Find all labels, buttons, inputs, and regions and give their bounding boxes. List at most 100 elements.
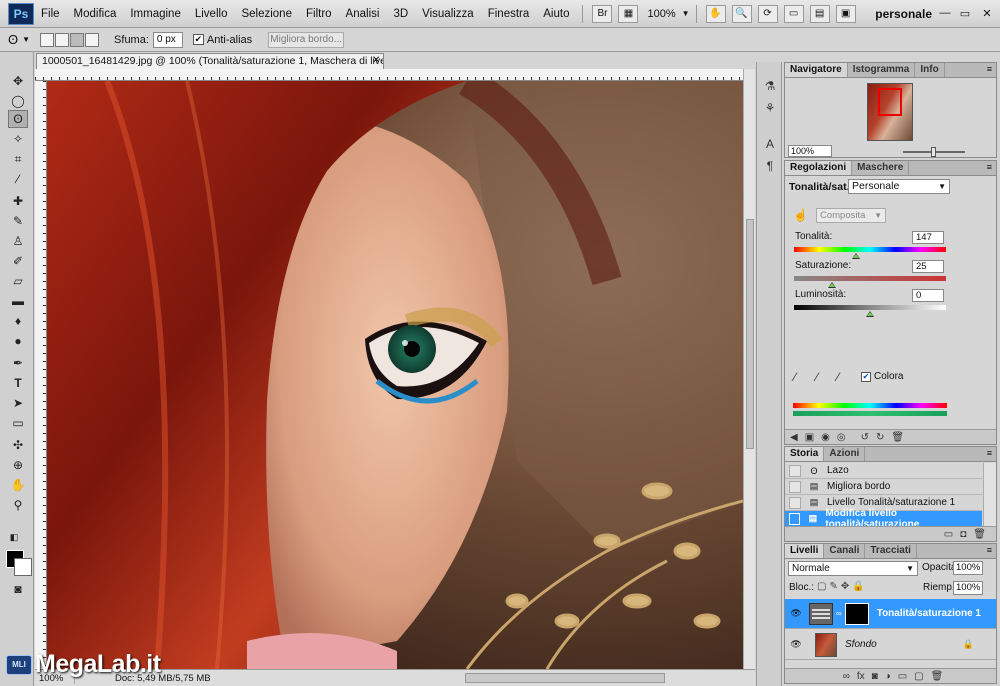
panel-menu-icon[interactable]: ≡ <box>987 545 992 555</box>
close-document-icon[interactable]: ✕ <box>372 55 380 66</box>
reset-icon[interactable]: ↺ <box>861 432 869 443</box>
background-color-swatch[interactable] <box>14 558 32 576</box>
navigator-zoom-slider[interactable] <box>903 147 965 157</box>
horizontal-scroll-thumb[interactable] <box>465 673 665 683</box>
hand-tool-icon[interactable]: ✋ <box>705 4 726 23</box>
dodge-tool-icon[interactable]: ● <box>8 332 28 350</box>
history-scrollbar[interactable] <box>983 463 996 527</box>
minimize-button[interactable]: — <box>936 4 954 22</box>
adjustment-layer-thumbnail[interactable] <box>809 602 833 625</box>
history-state-box[interactable] <box>789 464 801 477</box>
preset-select[interactable]: Personale ▼ <box>848 179 950 194</box>
eyedropper-minus-icon[interactable]: ⁄ <box>837 370 839 384</box>
maximize-button[interactable]: ▭ <box>956 4 974 22</box>
layer-style-icon[interactable]: fx <box>857 671 865 682</box>
menu-visualizza[interactable]: Visualizza <box>415 8 481 20</box>
layer-mask-thumbnail[interactable] <box>844 602 869 625</box>
type-tool-icon[interactable]: T <box>8 374 28 392</box>
menu-finestra[interactable]: Finestra <box>481 8 537 20</box>
history-state-box[interactable] <box>789 496 801 509</box>
layer-name[interactable]: Tonalità/saturazione 1 <box>877 608 981 619</box>
path-selection-icon[interactable]: ➤ <box>8 394 28 412</box>
antialias-checkbox[interactable]: ✔ <box>192 34 204 45</box>
new-selection-icon[interactable] <box>40 32 55 47</box>
subtract-selection-icon[interactable] <box>70 32 85 47</box>
marquee-tool-icon[interactable]: ◯ <box>8 92 28 110</box>
scroll-thumb[interactable] <box>746 219 754 449</box>
saturation-value-input[interactable]: 25 <box>912 260 944 273</box>
eyedropper-icon[interactable]: ⁄ <box>794 370 796 384</box>
saturation-slider-thumb[interactable] <box>828 282 836 288</box>
add-selection-icon[interactable] <box>55 32 70 47</box>
tab-livelli[interactable]: Livelli <box>785 544 825 558</box>
quick-mask-icon[interactable]: ◙ <box>8 580 28 598</box>
lock-options[interactable]: ▢✎✥🔒 <box>817 581 868 592</box>
history-item[interactable]: ʘ Lazo <box>785 463 982 479</box>
paragraph-icon[interactable]: ¶ <box>762 158 778 174</box>
saturation-slider[interactable] <box>794 276 946 288</box>
layer-row-adjustment[interactable]: 👁 ∞ Tonalità/saturazione 1 <box>785 599 996 629</box>
menu-immagine[interactable]: Immagine <box>123 8 188 20</box>
tab-histogram[interactable]: Istogramma <box>848 63 916 77</box>
lightness-slider-thumb[interactable] <box>866 311 874 317</box>
colorize-checkbox[interactable]: ✔ <box>861 372 871 382</box>
tab-tracciati[interactable]: Tracciati <box>865 544 917 558</box>
3d-orbit-icon[interactable]: ⊕ <box>8 456 28 474</box>
channel-select[interactable]: Composita ▼ <box>816 208 886 223</box>
new-layer-icon[interactable]: ▢ <box>914 671 923 682</box>
lasso-tool-icon[interactable]: ʘ <box>8 32 18 47</box>
eraser-tool-icon[interactable]: ▱ <box>8 272 28 290</box>
trash-icon[interactable]: 🗑 <box>973 529 986 540</box>
visibility-icon[interactable]: ◎ <box>837 432 846 443</box>
chevron-down-icon[interactable]: ▼ <box>22 35 30 44</box>
character-icon[interactable]: A <box>762 136 778 152</box>
link-layers-icon[interactable]: ∞ <box>843 671 850 682</box>
hue-slider[interactable] <box>794 247 946 259</box>
feather-input[interactable]: 0 px <box>152 31 183 48</box>
expand-view-icon[interactable]: ▣ <box>805 432 814 443</box>
tool-presets-icon[interactable]: ⚗ <box>762 78 778 94</box>
zoom-level-select[interactable]: 100% <box>647 8 675 20</box>
eye-icon[interactable]: 👁 <box>789 608 803 619</box>
history-state-box[interactable] <box>789 512 801 525</box>
gradient-tool-icon[interactable]: ▬ <box>8 292 28 310</box>
fill-input[interactable]: 100% <box>953 581 983 595</box>
previous-state-icon[interactable]: ↻ <box>876 432 884 443</box>
menu-selezione[interactable]: Selezione <box>234 8 299 20</box>
panel-menu-icon[interactable]: ≡ <box>987 64 992 74</box>
clip-layer-icon[interactable]: ◉ <box>821 432 830 443</box>
horizontal-ruler[interactable] <box>35 69 743 81</box>
document-tab[interactable]: 1000501_16481429.jpg @ 100% (Tonalità/sa… <box>36 53 384 69</box>
zoom-tool-icon[interactable]: ⚲ <box>8 496 28 514</box>
rotate-view-icon[interactable]: ⟳ <box>757 4 778 23</box>
image-canvas[interactable] <box>47 81 743 669</box>
eyedropper-plus-icon[interactable]: ⁄ <box>816 370 818 384</box>
snapshot-icon[interactable]: ◘ <box>960 529 966 540</box>
crop-tool-icon[interactable]: ⌗ <box>8 150 28 168</box>
hand-tool-icon[interactable]: ✋ <box>8 476 28 494</box>
ruler-icon[interactable]: ▭ <box>783 4 804 23</box>
default-colors-icon[interactable]: ◧ <box>4 528 24 546</box>
menu-filtro[interactable]: Filtro <box>299 8 339 20</box>
menu-file[interactable]: File <box>34 8 67 20</box>
tab-navigator[interactable]: Navigatore <box>785 63 848 77</box>
history-state-box[interactable] <box>789 480 801 493</box>
new-group-icon[interactable]: ▭ <box>898 671 907 682</box>
hue-value-input[interactable]: 147 <box>912 231 944 244</box>
lightness-value-input[interactable]: 0 <box>912 289 944 302</box>
new-adjustment-icon[interactable]: ◑ <box>885 671 891 682</box>
arrange-documents-icon[interactable]: ▤ <box>809 4 830 23</box>
clone-source-icon[interactable]: ⚘ <box>762 100 778 116</box>
navigator-zoom-field[interactable]: 100% <box>788 145 832 157</box>
refine-edge-button[interactable]: Migliora bordo... <box>268 31 345 48</box>
history-item-selected[interactable]: ▤ Modifica livello tonalità/saturazione <box>785 508 982 530</box>
brush-tool-icon[interactable]: ✎ <box>8 212 28 230</box>
intersect-selection-icon[interactable] <box>85 32 100 47</box>
panel-menu-icon[interactable]: ≡ <box>987 162 992 172</box>
menu-aiuto[interactable]: Aiuto <box>536 8 576 20</box>
close-button[interactable]: ✕ <box>978 4 996 22</box>
zoom-tool-icon[interactable]: 🔍 <box>731 4 752 23</box>
eyedropper-tool-icon[interactable]: ⁄ <box>8 170 28 188</box>
slider-thumb[interactable] <box>931 147 936 157</box>
menu-livello[interactable]: Livello <box>188 8 235 20</box>
